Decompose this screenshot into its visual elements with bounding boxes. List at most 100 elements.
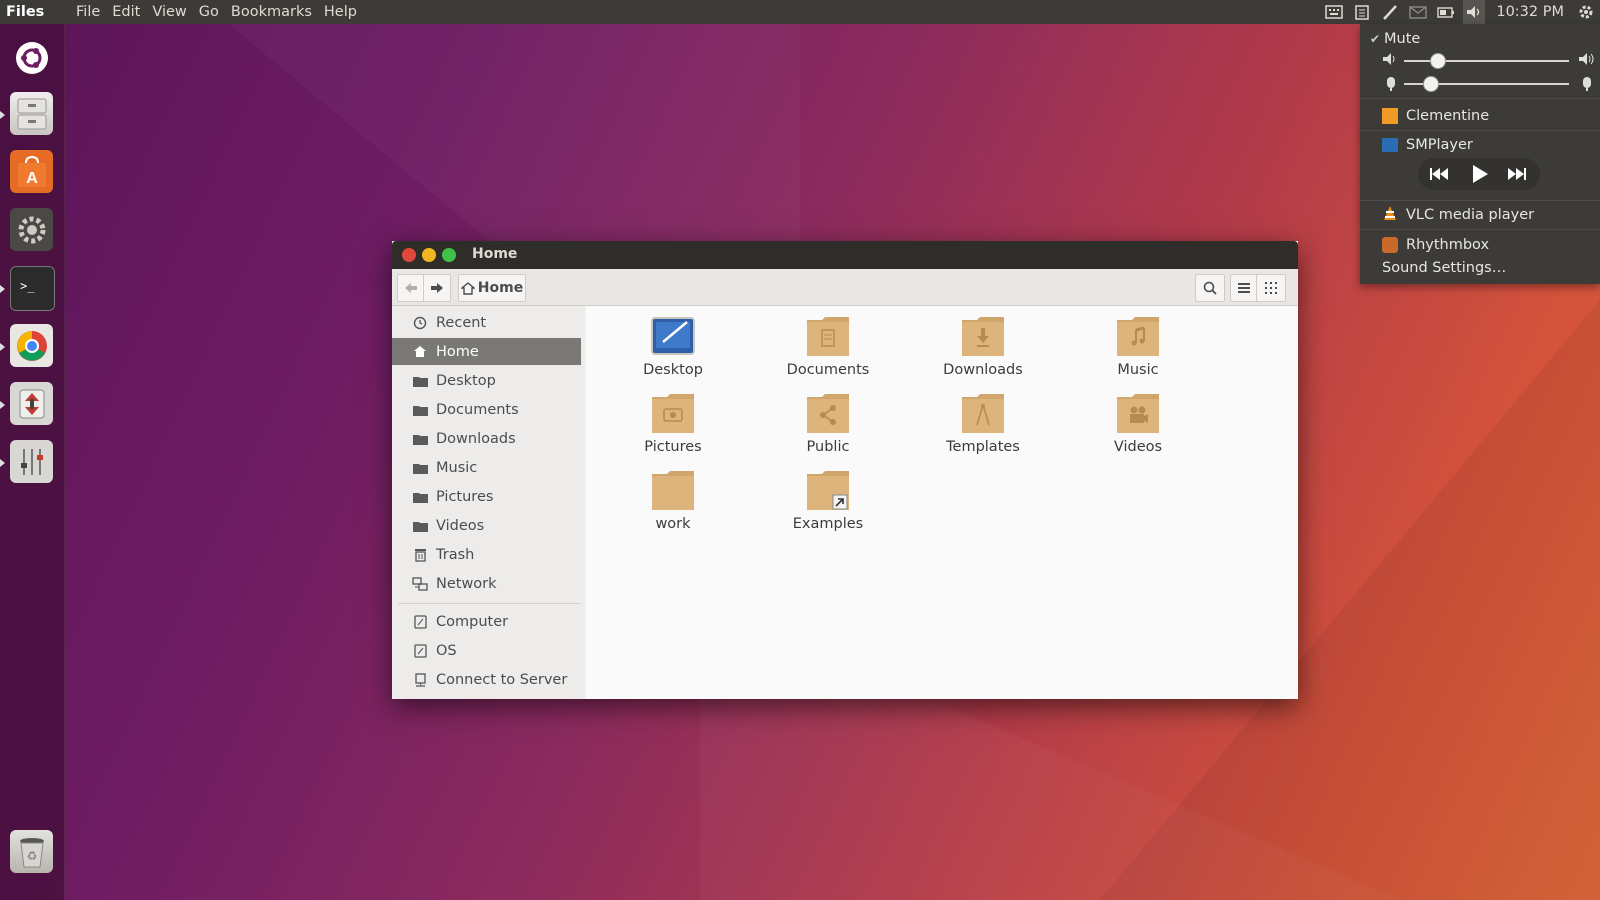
clock[interactable]: 10:32 PM bbox=[1488, 4, 1572, 20]
sidebar-item-downloads[interactable]: Downloads bbox=[392, 425, 581, 452]
sidebar-item-desktop[interactable]: Desktop bbox=[392, 367, 581, 394]
app-title: Files bbox=[6, 4, 45, 20]
input-volume-knob[interactable] bbox=[1423, 76, 1440, 92]
keyboard-indicator-icon[interactable] bbox=[1323, 0, 1345, 24]
menu-view[interactable]: View bbox=[146, 4, 192, 20]
sidebar-item-network[interactable]: Network bbox=[392, 570, 581, 597]
gear-icon[interactable] bbox=[1575, 0, 1597, 24]
volume-icon[interactable] bbox=[1463, 0, 1486, 24]
menu-help[interactable]: Help bbox=[318, 4, 363, 20]
menu-go[interactable]: Go bbox=[193, 4, 225, 20]
file-label: Examples bbox=[792, 516, 864, 532]
close-icon[interactable] bbox=[402, 248, 416, 262]
previous-track-icon[interactable] bbox=[1426, 162, 1452, 186]
system-tray: 10:32 PM bbox=[1320, 0, 1600, 24]
sidebar-item-label: Downloads bbox=[436, 430, 516, 447]
list-view-button[interactable] bbox=[1230, 274, 1258, 302]
file-label: Templates bbox=[946, 439, 1020, 455]
trash-icon[interactable]: ♻ bbox=[10, 830, 53, 873]
sidebar-item-label: Music bbox=[436, 459, 478, 476]
minimize-icon[interactable] bbox=[422, 248, 436, 262]
grid-view-button[interactable] bbox=[1256, 274, 1286, 302]
window-titlebar[interactable]: Home bbox=[392, 241, 1298, 269]
system-settings-icon[interactable] bbox=[10, 208, 53, 251]
folder-documents-icon bbox=[807, 317, 849, 356]
files-cabinet-icon[interactable] bbox=[10, 92, 53, 135]
next-track-icon[interactable] bbox=[1504, 162, 1530, 186]
sidebar-item-trash[interactable]: Trash bbox=[392, 541, 581, 568]
software-center-icon[interactable]: A bbox=[10, 150, 53, 193]
player-rhythmbox[interactable]: Rhythmbox bbox=[1360, 233, 1600, 257]
separator bbox=[1360, 130, 1600, 131]
launcher: A >_ ♻ bbox=[0, 24, 65, 900]
sidebar-item-recent[interactable]: Recent bbox=[392, 309, 581, 336]
output-volume-knob[interactable] bbox=[1430, 53, 1446, 69]
back-button[interactable] bbox=[397, 274, 425, 302]
terminal-icon[interactable]: >_ bbox=[10, 266, 55, 311]
menu-edit[interactable]: Edit bbox=[106, 4, 146, 20]
chrome-icon[interactable] bbox=[10, 324, 53, 367]
folder-icon bbox=[412, 432, 428, 446]
battery-icon[interactable] bbox=[1435, 0, 1457, 24]
menu-bookmarks[interactable]: Bookmarks bbox=[225, 4, 318, 20]
svg-text:A: A bbox=[26, 170, 38, 187]
file-item-pictures[interactable]: Pictures bbox=[618, 393, 728, 455]
search-icon bbox=[1203, 281, 1217, 295]
sidebar-item-documents[interactable]: Documents bbox=[392, 396, 581, 423]
sidebar-item-label: Home bbox=[436, 343, 479, 360]
file-item-downloads[interactable]: Downloads bbox=[928, 316, 1038, 378]
ubuntu-logo-icon[interactable] bbox=[10, 36, 53, 79]
sidebar-item-label: Connect to Server bbox=[436, 671, 568, 688]
desktop-icon bbox=[651, 317, 695, 355]
sidebar-item-pictures[interactable]: Pictures bbox=[392, 483, 581, 510]
folder-icon bbox=[412, 374, 428, 388]
output-volume-slider[interactable] bbox=[1404, 60, 1569, 62]
mail-icon[interactable] bbox=[1407, 0, 1429, 24]
clipboard-icon[interactable] bbox=[1351, 0, 1373, 24]
file-item-work[interactable]: work bbox=[618, 470, 728, 532]
folder-link-icon bbox=[807, 471, 849, 510]
player-name: Clementine bbox=[1406, 108, 1490, 124]
file-item-public[interactable]: Public bbox=[773, 393, 883, 455]
play-icon[interactable] bbox=[1466, 160, 1494, 188]
pen-icon[interactable] bbox=[1379, 0, 1401, 24]
network-icon bbox=[412, 576, 428, 591]
folder-downloads-icon bbox=[962, 317, 1004, 356]
sidebar-item-connect-to-server[interactable]: Connect to Server bbox=[392, 666, 581, 693]
maximize-icon[interactable] bbox=[442, 248, 456, 262]
sidebar-item-music[interactable]: Music bbox=[392, 454, 581, 481]
sound-settings-label: Sound Settings… bbox=[1382, 260, 1507, 276]
file-label: Documents bbox=[786, 362, 870, 378]
microphone-low-icon bbox=[1384, 76, 1398, 96]
drive-icon bbox=[412, 614, 428, 629]
file-item-examples[interactable]: Examples bbox=[773, 470, 883, 532]
forward-button[interactable] bbox=[423, 274, 451, 302]
sound-settings-item[interactable]: Sound Settings… bbox=[1360, 256, 1600, 280]
mute-item[interactable]: ✔ Mute bbox=[1360, 27, 1600, 51]
transmission-icon[interactable] bbox=[10, 382, 53, 425]
search-button[interactable] bbox=[1195, 274, 1225, 302]
path-home-button[interactable]: Home bbox=[458, 274, 526, 302]
player-vlc[interactable]: VLC media player bbox=[1360, 203, 1600, 227]
folder-music-icon bbox=[1117, 317, 1159, 356]
player-name: Rhythmbox bbox=[1406, 237, 1490, 253]
sidebar-item-label: Documents bbox=[436, 401, 519, 418]
running-indicator bbox=[0, 343, 5, 351]
menu-file[interactable]: File bbox=[70, 4, 106, 20]
file-item-videos[interactable]: Videos bbox=[1083, 393, 1193, 455]
file-item-music[interactable]: Music bbox=[1083, 316, 1193, 378]
sidebar-item-label: Desktop bbox=[436, 372, 496, 389]
file-label: Public bbox=[806, 439, 850, 455]
sidebar-item-os[interactable]: OS bbox=[392, 637, 581, 664]
mixer-icon[interactable] bbox=[10, 440, 53, 483]
file-item-templates[interactable]: Templates bbox=[928, 393, 1038, 455]
player-smplayer[interactable]: SMPlayer bbox=[1360, 133, 1600, 157]
player-clementine[interactable]: Clementine bbox=[1360, 104, 1600, 128]
file-item-documents[interactable]: Documents bbox=[773, 316, 883, 378]
sidebar-item-computer[interactable]: Computer bbox=[392, 608, 581, 635]
sidebar-item-videos[interactable]: Videos bbox=[392, 512, 581, 539]
sidebar-item-home[interactable]: Home bbox=[392, 338, 581, 365]
file-item-desktop[interactable]: Desktop bbox=[618, 316, 728, 378]
top-panel: Files File Edit View Go Bookmarks Help 1… bbox=[0, 0, 1600, 24]
clementine-icon bbox=[1382, 108, 1398, 124]
